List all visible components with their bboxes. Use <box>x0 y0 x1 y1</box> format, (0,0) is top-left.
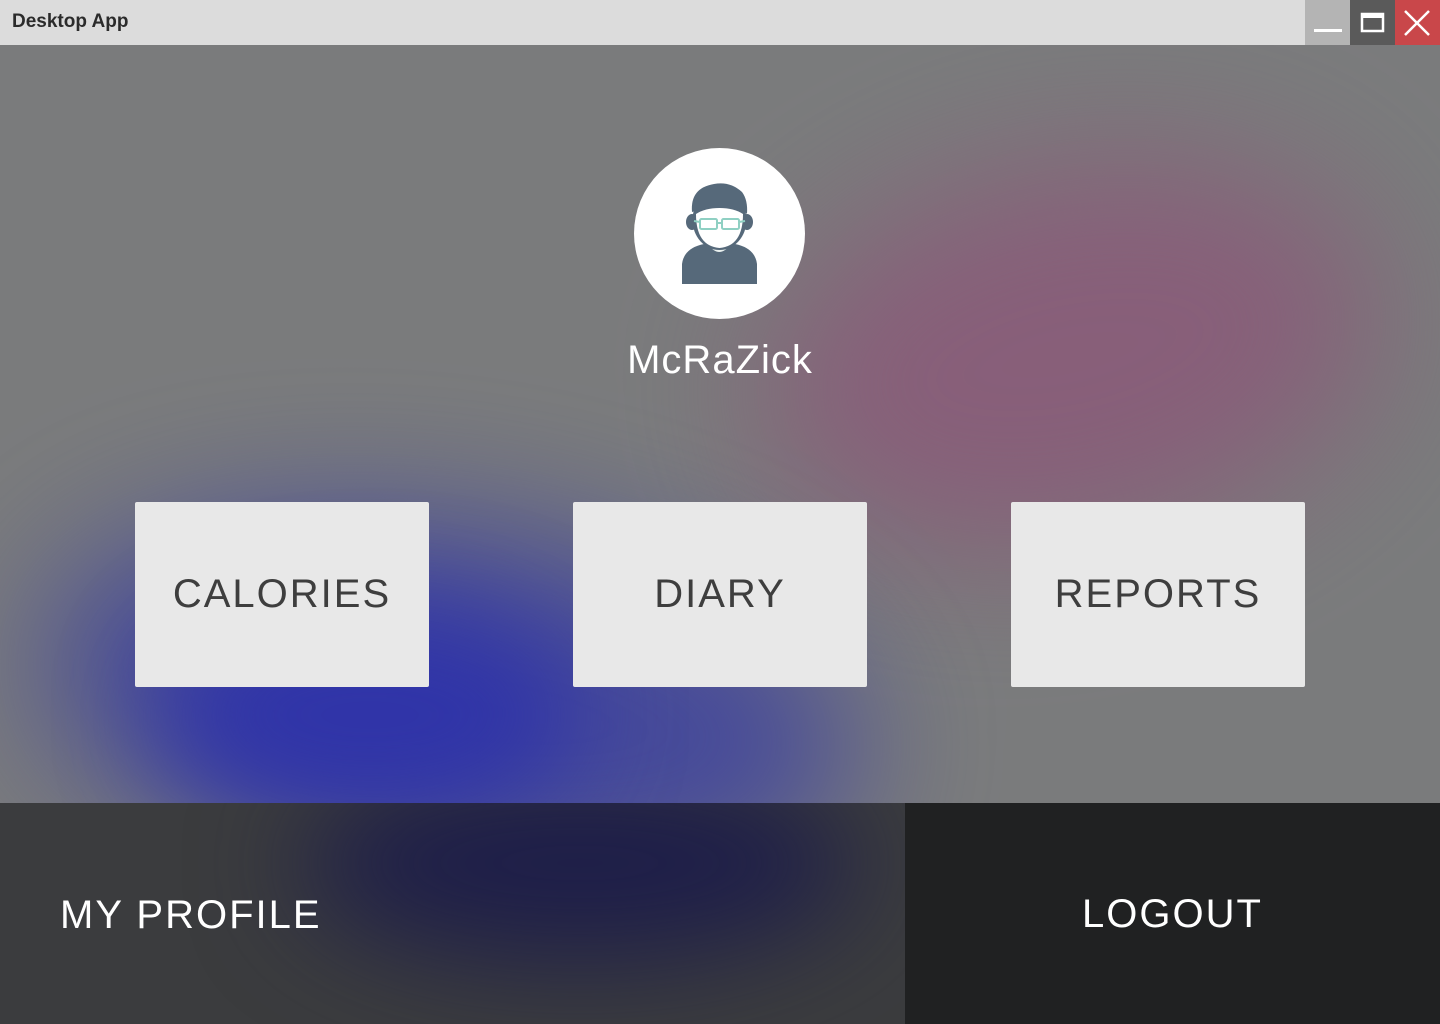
my-profile-label: MY PROFILE <box>60 893 322 937</box>
logout-button[interactable]: LOGOUT <box>905 803 1440 1024</box>
calories-tile-button[interactable]: CALORIES <box>135 502 429 687</box>
minimize-button[interactable] <box>1305 0 1350 45</box>
logout-label: LOGOUT <box>1082 892 1263 936</box>
maximize-icon <box>1360 12 1385 33</box>
close-icon <box>1404 10 1430 36</box>
title-bar: Desktop App <box>0 0 1440 45</box>
maximize-button[interactable] <box>1350 0 1395 45</box>
diary-tile-label: DIARY <box>654 572 786 616</box>
profile-background-blob <box>300 803 860 963</box>
close-button[interactable] <box>1395 0 1440 45</box>
avatar <box>634 148 805 319</box>
app-window: Desktop App McRaZick CALORIES DIARY REPO… <box>0 0 1440 1024</box>
username-label: McRaZick <box>627 338 813 382</box>
bottom-bar: MY PROFILE LOGOUT <box>0 803 1440 1024</box>
my-profile-button[interactable]: MY PROFILE <box>0 803 905 1024</box>
diary-tile-button[interactable]: DIARY <box>573 502 867 687</box>
reports-tile-label: REPORTS <box>1054 572 1262 616</box>
user-avatar-icon <box>682 183 757 284</box>
minimize-icon <box>1314 29 1342 32</box>
window-title: Desktop App <box>12 11 129 32</box>
reports-tile-button[interactable]: REPORTS <box>1011 502 1305 687</box>
calories-tile-label: CALORIES <box>172 572 392 616</box>
